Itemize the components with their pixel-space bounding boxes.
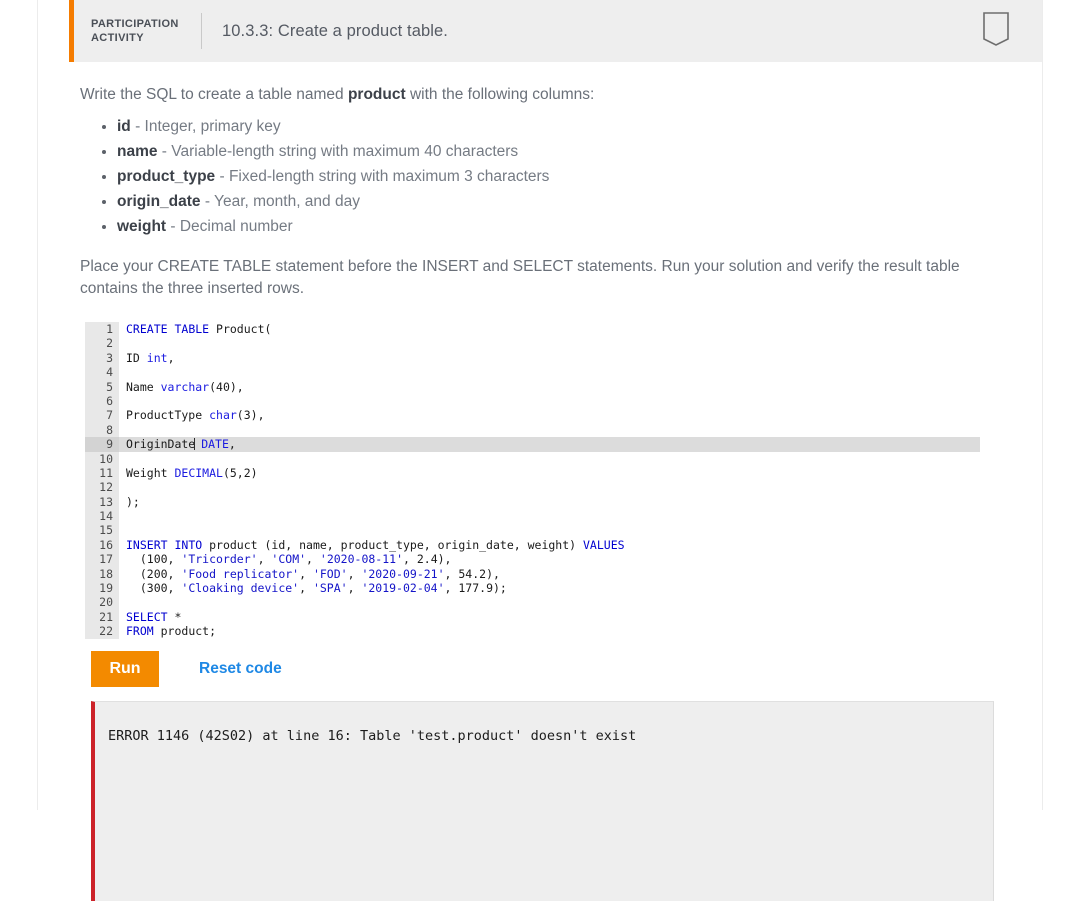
code-line-text[interactable]: (300, 'Cloaking device', 'SPA', '2019-02… (119, 581, 507, 595)
code-line[interactable]: 6 (85, 394, 980, 408)
column-desc: - Year, month, and day (201, 193, 360, 210)
code-line-text[interactable]: CREATE TABLE Product( (119, 322, 271, 336)
activity-body: Write the SQL to create a table named pr… (69, 84, 1042, 901)
code-line[interactable]: 14 (85, 509, 980, 523)
list-item: product_type - Fixed-length string with … (117, 168, 1018, 186)
line-number: 19 (85, 581, 119, 595)
line-number: 18 (85, 567, 119, 581)
code-line[interactable]: 17 (100, 'Tricorder', 'COM', '2020-08-11… (85, 552, 980, 566)
code-line-text[interactable]: (100, 'Tricorder', 'COM', '2020-08-11', … (119, 552, 451, 566)
line-number: 7 (85, 408, 119, 422)
list-item: weight - Decimal number (117, 218, 1018, 236)
column-name: weight (117, 218, 166, 235)
code-line[interactable]: 7ProductType char(3), (85, 408, 980, 422)
code-line-text[interactable]: OriginDate DATE, (119, 437, 236, 451)
line-number: 15 (85, 523, 119, 537)
code-line[interactable]: 15 (85, 523, 980, 537)
line-number: 14 (85, 509, 119, 523)
line-number: 13 (85, 495, 119, 509)
line-number: 3 (85, 351, 119, 365)
code-line-text[interactable]: ProductType char(3), (119, 408, 265, 422)
error-message: ERROR 1146 (42S02) at line 16: Table 'te… (108, 728, 993, 744)
prompt-intro-suffix: with the following columns: (406, 86, 595, 103)
line-number: 10 (85, 452, 119, 466)
code-line-text[interactable]: FROM product; (119, 624, 216, 638)
code-line-text[interactable]: ID int, (119, 351, 175, 365)
prompt-intro: Write the SQL to create a table named pr… (80, 84, 1018, 106)
column-name: id (117, 118, 131, 135)
code-line-text[interactable]: Weight DECIMAL(5,2) (119, 466, 258, 480)
code-line-text[interactable]: INSERT INTO product (id, name, product_t… (119, 538, 625, 552)
line-number: 5 (85, 380, 119, 394)
page-right-rule (1042, 0, 1043, 810)
activity-accent-bar (69, 0, 74, 62)
line-number: 20 (85, 595, 119, 609)
line-number: 11 (85, 466, 119, 480)
column-desc: - Integer, primary key (131, 118, 281, 135)
line-number: 12 (85, 480, 119, 494)
bookmark-icon[interactable] (978, 10, 1014, 52)
code-line[interactable]: 20 (85, 595, 980, 609)
code-line[interactable]: 2 (85, 336, 980, 350)
list-item: id - Integer, primary key (117, 118, 1018, 136)
code-editor[interactable]: 1CREATE TABLE Product(23ID int,45Name va… (85, 322, 980, 639)
prompt-table-name: product (348, 86, 406, 103)
prompt-instructions: Place your CREATE TABLE statement before… (80, 256, 970, 300)
code-line-text[interactable]: Name varchar(40), (119, 380, 244, 394)
column-name: name (117, 143, 158, 160)
code-line[interactable]: 3ID int, (85, 351, 980, 365)
line-number: 1 (85, 322, 119, 336)
page-title: 10.3.3: Create a product table. (222, 22, 448, 41)
column-requirements-list: id - Integer, primary key name - Variabl… (80, 118, 1018, 236)
code-line-text[interactable]: (200, 'Food replicator', 'FOD', '2020-09… (119, 567, 500, 581)
output-panel: ERROR 1146 (42S02) at line 16: Table 'te… (91, 701, 994, 901)
code-line[interactable]: 12 (85, 480, 980, 494)
line-number: 6 (85, 394, 119, 408)
code-line[interactable]: 4 (85, 365, 980, 379)
reset-code-link[interactable]: Reset code (199, 660, 282, 678)
code-line[interactable]: 1CREATE TABLE Product( (85, 322, 980, 336)
code-line[interactable]: 21SELECT * (85, 610, 980, 624)
code-line-text[interactable]: SELECT * (119, 610, 181, 624)
code-line[interactable]: 5Name varchar(40), (85, 380, 980, 394)
activity-header: PARTICIPATION ACTIVITY 10.3.3: Create a … (69, 0, 1042, 62)
code-line-text[interactable]: ); (119, 495, 140, 509)
code-line[interactable]: 9OriginDate DATE, (85, 437, 980, 451)
column-desc: - Fixed-length string with maximum 3 cha… (215, 168, 549, 185)
code-line[interactable]: 8 (85, 423, 980, 437)
line-number: 2 (85, 336, 119, 350)
run-button[interactable]: Run (91, 651, 159, 687)
code-line[interactable]: 13); (85, 495, 980, 509)
prompt-intro-prefix: Write the SQL to create a table named (80, 86, 348, 103)
list-item: name - Variable-length string with maxim… (117, 143, 1018, 161)
column-desc: - Decimal number (166, 218, 293, 235)
page-left-rule (37, 0, 38, 810)
line-number: 22 (85, 624, 119, 638)
code-line[interactable]: 18 (200, 'Food replicator', 'FOD', '2020… (85, 567, 980, 581)
activity-kicker: PARTICIPATION ACTIVITY (91, 17, 187, 45)
column-name: origin_date (117, 193, 201, 210)
column-name: product_type (117, 168, 215, 185)
line-number: 4 (85, 365, 119, 379)
line-number: 21 (85, 610, 119, 624)
header-divider (201, 13, 202, 49)
line-number: 8 (85, 423, 119, 437)
code-line[interactable]: 19 (300, 'Cloaking device', 'SPA', '2019… (85, 581, 980, 595)
code-line[interactable]: 10 (85, 452, 980, 466)
line-number: 9 (85, 437, 119, 451)
code-line[interactable]: 22FROM product; (85, 624, 980, 638)
line-number: 16 (85, 538, 119, 552)
line-number: 17 (85, 552, 119, 566)
editor-action-row: Run Reset code (91, 651, 1018, 687)
participation-activity-card: PARTICIPATION ACTIVITY 10.3.3: Create a … (69, 0, 1042, 810)
code-line[interactable]: 11Weight DECIMAL(5,2) (85, 466, 980, 480)
column-desc: - Variable-length string with maximum 40… (158, 143, 519, 160)
list-item: origin_date - Year, month, and day (117, 193, 1018, 211)
code-line[interactable]: 16INSERT INTO product (id, name, product… (85, 538, 980, 552)
